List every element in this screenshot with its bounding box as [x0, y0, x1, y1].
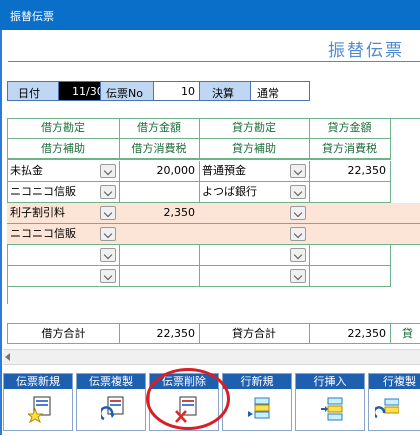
delete-voucher-label: 伝票削除 [150, 374, 218, 389]
debit-amount-cell-text: 20,000 [156, 164, 196, 177]
dropdown-chevron-icon[interactable] [290, 164, 306, 178]
debit-account-cell-text: 未払金 [10, 164, 43, 177]
credit-amount-cell[interactable] [309, 203, 391, 224]
dropdown-chevron-icon[interactable] [100, 227, 116, 241]
debit-account-cell[interactable] [7, 266, 120, 287]
copy-row-label: 行複製 [369, 374, 420, 389]
insert-row-label: 行挿入 [296, 374, 364, 389]
debit-account-cell[interactable]: ニコニコ信販 [7, 182, 120, 203]
new-row-button[interactable]: 行新規 [222, 373, 292, 431]
copy-voucher-button[interactable]: 伝票複製 [76, 373, 146, 431]
debit-amount-cell[interactable] [119, 266, 200, 287]
date-field[interactable]: 11/30 [58, 81, 104, 101]
credit-account-cell[interactable]: よつば銀行 [199, 182, 310, 203]
header-credit-amount: 貸方金額 [309, 118, 391, 139]
new-voucher-icon [28, 396, 51, 423]
row-overflow-cell [390, 224, 420, 245]
date-value: 11/30 [72, 85, 104, 98]
debit-account-cell-text: ニコニコ信販 [10, 185, 76, 198]
debit-account-cell[interactable]: 未払金 [7, 161, 120, 182]
credit-amount-cell[interactable] [309, 182, 391, 203]
debit-amount-cell-text: 2,350 [163, 206, 196, 219]
voucher-no-field[interactable]: 10 [153, 81, 200, 101]
dropdown-chevron-icon[interactable] [290, 248, 306, 262]
dropdown-chevron-icon[interactable] [100, 248, 116, 262]
row-overflow-cell [390, 203, 420, 224]
delete-voucher-icon [175, 396, 197, 423]
debit-account-cell[interactable]: ニコニコ信販 [7, 224, 120, 245]
debit-account-cell[interactable]: 利子割引料 [7, 203, 120, 224]
header-debit-amount: 借方金額 [119, 118, 200, 139]
copy-voucher-icon [101, 396, 124, 421]
copy-voucher-label: 伝票複製 [77, 374, 145, 389]
credit-account-cell[interactable]: 普通預金 [199, 161, 310, 182]
credit-amount-cell[interactable] [309, 266, 391, 287]
debit-amount-cell[interactable]: 20,000 [119, 161, 200, 182]
header-debit-tax: 借方消費税 [119, 139, 200, 160]
new-voucher-button[interactable]: 伝票新規 [3, 373, 73, 431]
debit-account-cell-text: ニコニコ信販 [10, 227, 76, 240]
new-voucher-label: 伝票新規 [4, 374, 72, 389]
debit-account-cell[interactable] [7, 245, 120, 266]
window-title: 振替伝票 [10, 10, 54, 23]
dropdown-chevron-icon[interactable] [290, 185, 306, 199]
header-credit-tax: 貸方消費税 [309, 139, 391, 160]
debit-amount-cell[interactable] [119, 245, 200, 266]
page-heading: 振替伝票 [328, 41, 404, 61]
dropdown-chevron-icon[interactable] [100, 164, 116, 178]
header-debit-account: 借方勘定 [7, 118, 120, 139]
credit-amount-cell[interactable] [309, 224, 391, 245]
dropdown-chevron-icon[interactable] [100, 185, 116, 199]
credit-amount-cell-text: 22,350 [347, 164, 387, 177]
credit-total-value: 22,350 [309, 323, 391, 344]
dropdown-chevron-icon[interactable] [100, 206, 116, 220]
debit-amount-cell[interactable] [119, 224, 200, 245]
debit-account-cell-text: 利子割引料 [10, 206, 65, 219]
date-label-cell: 日付 [7, 81, 59, 101]
copy-row-button[interactable]: 行複製 [368, 373, 420, 431]
credit-amount-cell[interactable]: 22,350 [309, 161, 391, 182]
voucher-no-value: 10 [181, 85, 195, 98]
credit-total-label: 貸方合計 [199, 323, 310, 344]
dropdown-chevron-icon[interactable] [100, 269, 116, 283]
debit-total-label: 借方合計 [7, 323, 120, 344]
insert-row-icon [321, 397, 343, 421]
insert-row-button[interactable]: 行挿入 [295, 373, 365, 431]
settlement-value: 通常 [257, 87, 279, 100]
credit-account-cell-text: 普通預金 [202, 164, 246, 177]
heading-underline [8, 61, 420, 62]
total-overflow-label: 貸 [390, 323, 420, 344]
voucher-no-label: 伝票No [106, 87, 143, 100]
credit-account-cell[interactable] [199, 245, 310, 266]
credit-account-cell[interactable] [199, 224, 310, 245]
header-credit-account: 貸方勘定 [199, 118, 310, 139]
copy-row-icon [375, 398, 399, 419]
date-label: 日付 [18, 87, 40, 100]
debit-amount-cell[interactable] [119, 182, 200, 203]
settlement-label: 決算 [212, 87, 234, 100]
header-debit-sub: 借方補助 [7, 139, 120, 160]
header-credit-sub: 貸方補助 [199, 139, 310, 160]
horizontal-scrollbar[interactable] [3, 349, 420, 365]
title-bar: 振替伝票 [0, 0, 420, 30]
settlement-label-cell: 決算 [199, 81, 251, 101]
credit-account-cell[interactable] [199, 266, 310, 287]
settlement-field[interactable]: 通常 [250, 81, 310, 101]
dropdown-chevron-icon[interactable] [290, 269, 306, 283]
credit-account-cell-text: よつば銀行 [202, 185, 257, 198]
dropdown-chevron-icon[interactable] [290, 227, 306, 241]
debit-amount-cell[interactable]: 2,350 [119, 203, 200, 224]
debit-total-value: 22,350 [119, 323, 200, 344]
new-row-label: 行新規 [223, 374, 291, 389]
new-row-icon [248, 397, 270, 419]
delete-voucher-button[interactable]: 伝票削除 [149, 373, 219, 431]
scroll-left-arrow-icon[interactable] [5, 353, 10, 361]
credit-amount-cell[interactable] [309, 245, 391, 266]
dropdown-chevron-icon[interactable] [290, 206, 306, 220]
credit-account-cell[interactable] [199, 203, 310, 224]
voucher-no-label-cell: 伝票No [100, 81, 154, 101]
